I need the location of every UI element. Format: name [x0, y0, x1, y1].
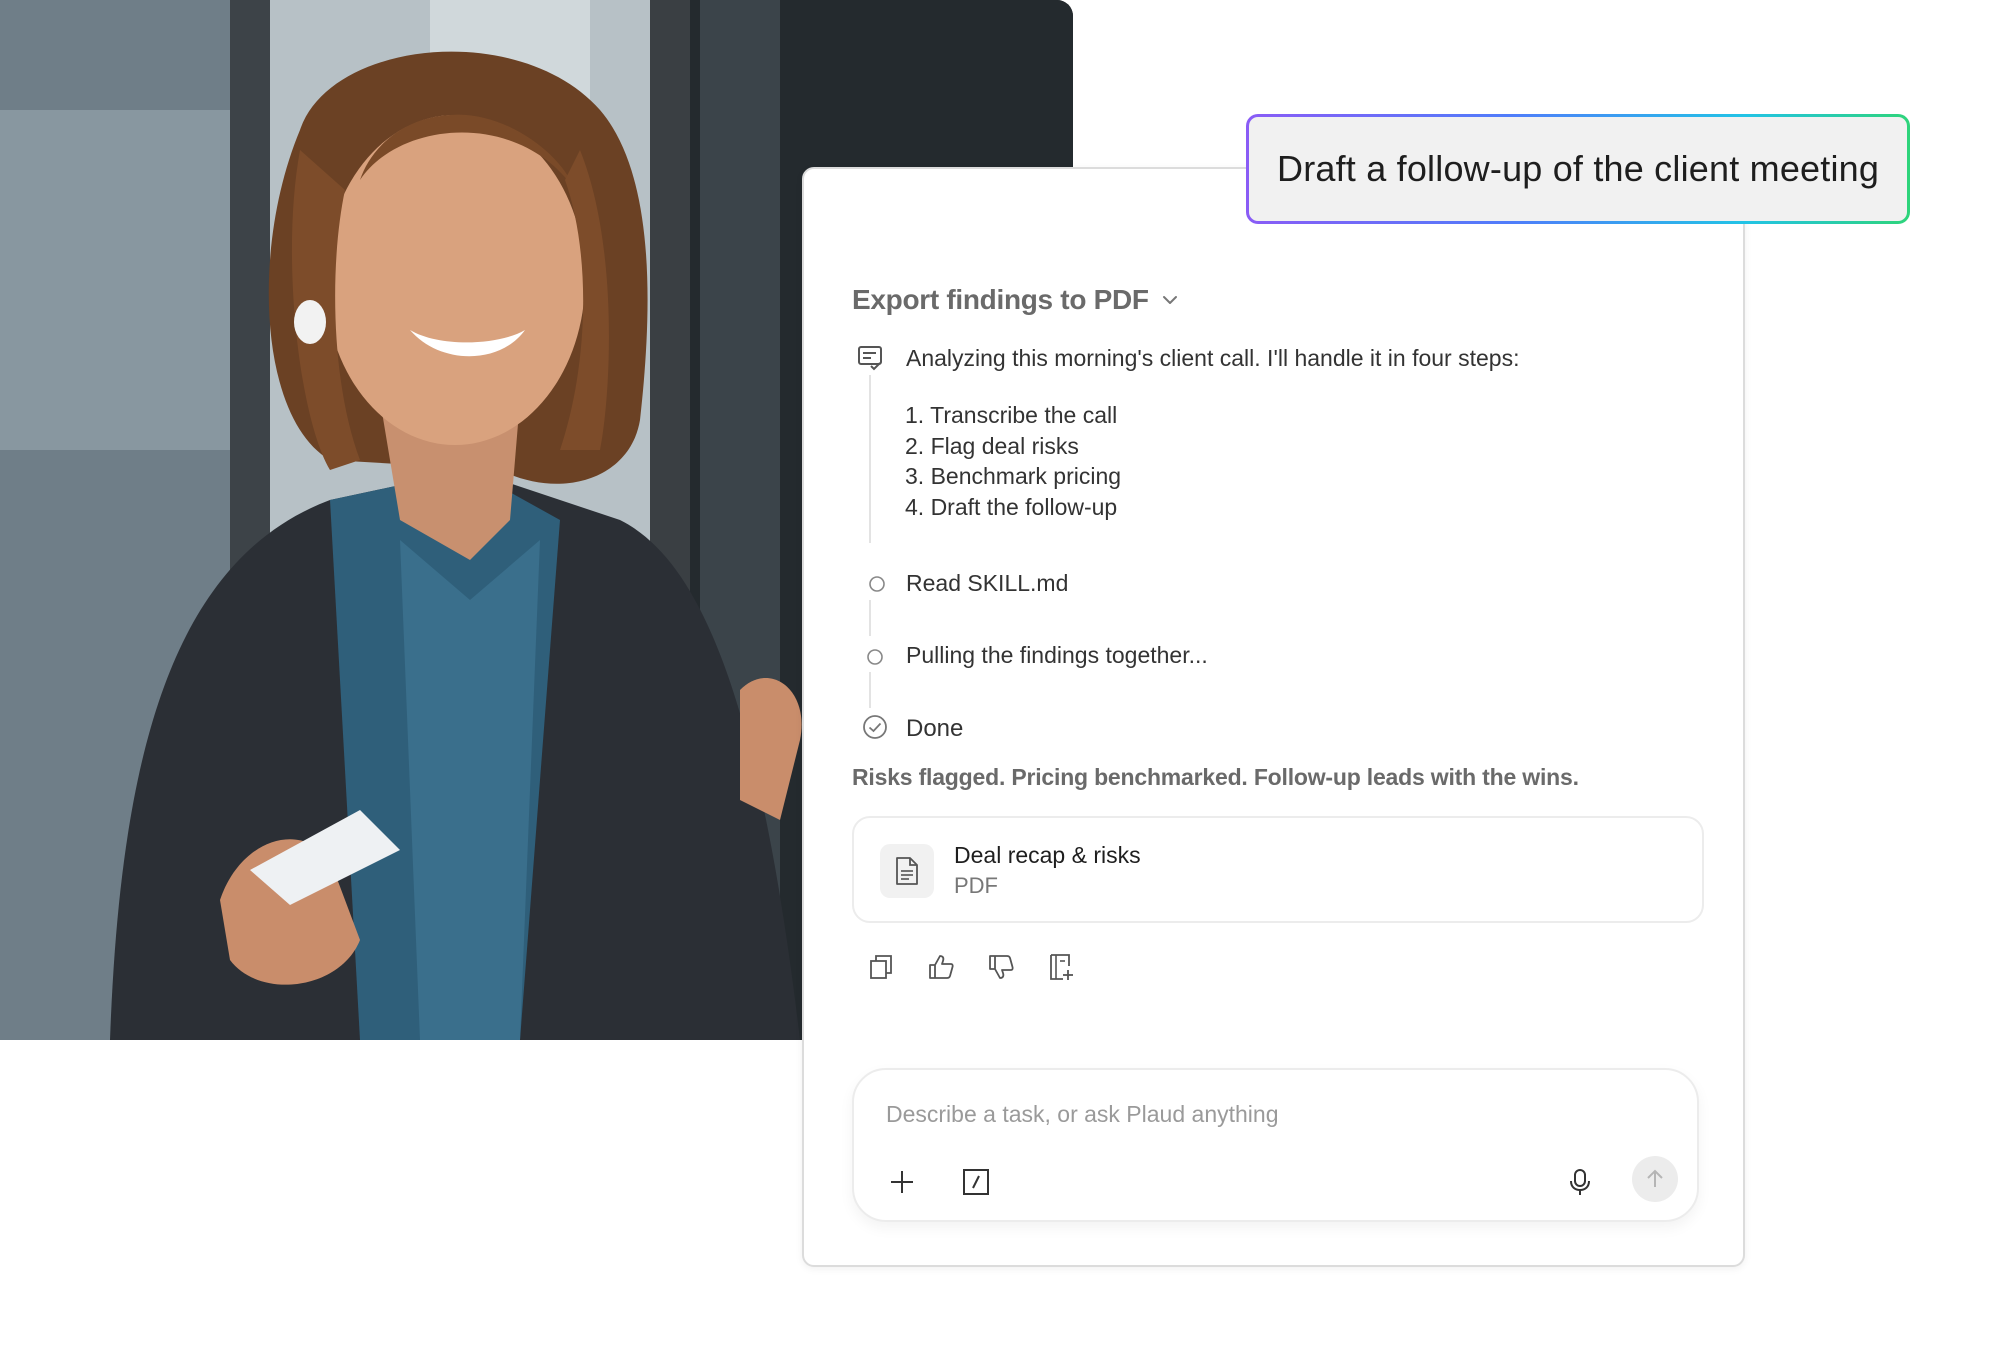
attachment-name: Deal recap & risks — [954, 842, 1141, 868]
task-title: Export findings to PDF — [852, 284, 1149, 315]
pending-circle-icon — [867, 649, 883, 665]
task-list-icon — [858, 346, 882, 371]
timeline-connector — [869, 672, 871, 708]
pending-circle-icon — [869, 576, 885, 592]
copy-icon[interactable] — [866, 952, 896, 982]
summary-text: Risks flagged. Pricing benchmarked. Foll… — [852, 764, 1579, 790]
save-to-notes-icon[interactable] — [1046, 952, 1076, 982]
step-label: Read SKILL.md — [906, 570, 1069, 596]
step-label: Done — [906, 715, 964, 742]
document-icon — [896, 857, 918, 885]
voice-input-button[interactable] — [1562, 1164, 1598, 1200]
plan-list: 1. Transcribe the call 2. Flag deal risk… — [905, 400, 1121, 522]
user-prompt-text: Draft a follow-up of the client meeting — [1249, 117, 1907, 221]
chat-input[interactable] — [886, 1094, 1646, 1134]
thumbs-down-icon[interactable] — [986, 952, 1016, 982]
add-button[interactable] — [884, 1164, 920, 1200]
plan-item: 2. Flag deal risks — [905, 432, 1079, 459]
plus-icon — [891, 1171, 913, 1193]
microphone-icon — [1570, 1169, 1590, 1195]
plan-item: 1. Transcribe the call — [905, 402, 1118, 428]
slash-command-icon — [963, 1169, 989, 1195]
attachment-type: PDF — [954, 873, 998, 898]
timeline-connector — [869, 600, 871, 636]
plan-item: 4. Draft the follow-up — [905, 493, 1118, 520]
plan-item: 3. Benchmark pricing — [905, 463, 1122, 489]
thumbs-up-icon[interactable] — [926, 952, 956, 982]
chevron-down-icon[interactable] — [1159, 289, 1181, 311]
arrow-up-icon — [1647, 1169, 1663, 1187]
user-prompt-bubble: Draft a follow-up of the client meeting — [1246, 114, 1910, 224]
task-intro-text: Analyzing this morning's client call. I'… — [906, 345, 1520, 371]
attachment-card[interactable]: Deal recap & risks PDF — [852, 816, 1704, 923]
check-circle-icon — [863, 715, 887, 739]
send-button[interactable] — [1632, 1156, 1678, 1202]
timeline-connector — [869, 375, 871, 543]
file-icon-box — [880, 844, 934, 898]
task-header[interactable]: Export findings to PDF — [852, 284, 1181, 316]
slash-command-button[interactable] — [958, 1164, 994, 1200]
chat-input-box — [852, 1068, 1699, 1222]
step-label: Pulling the findings together... — [906, 642, 1208, 668]
